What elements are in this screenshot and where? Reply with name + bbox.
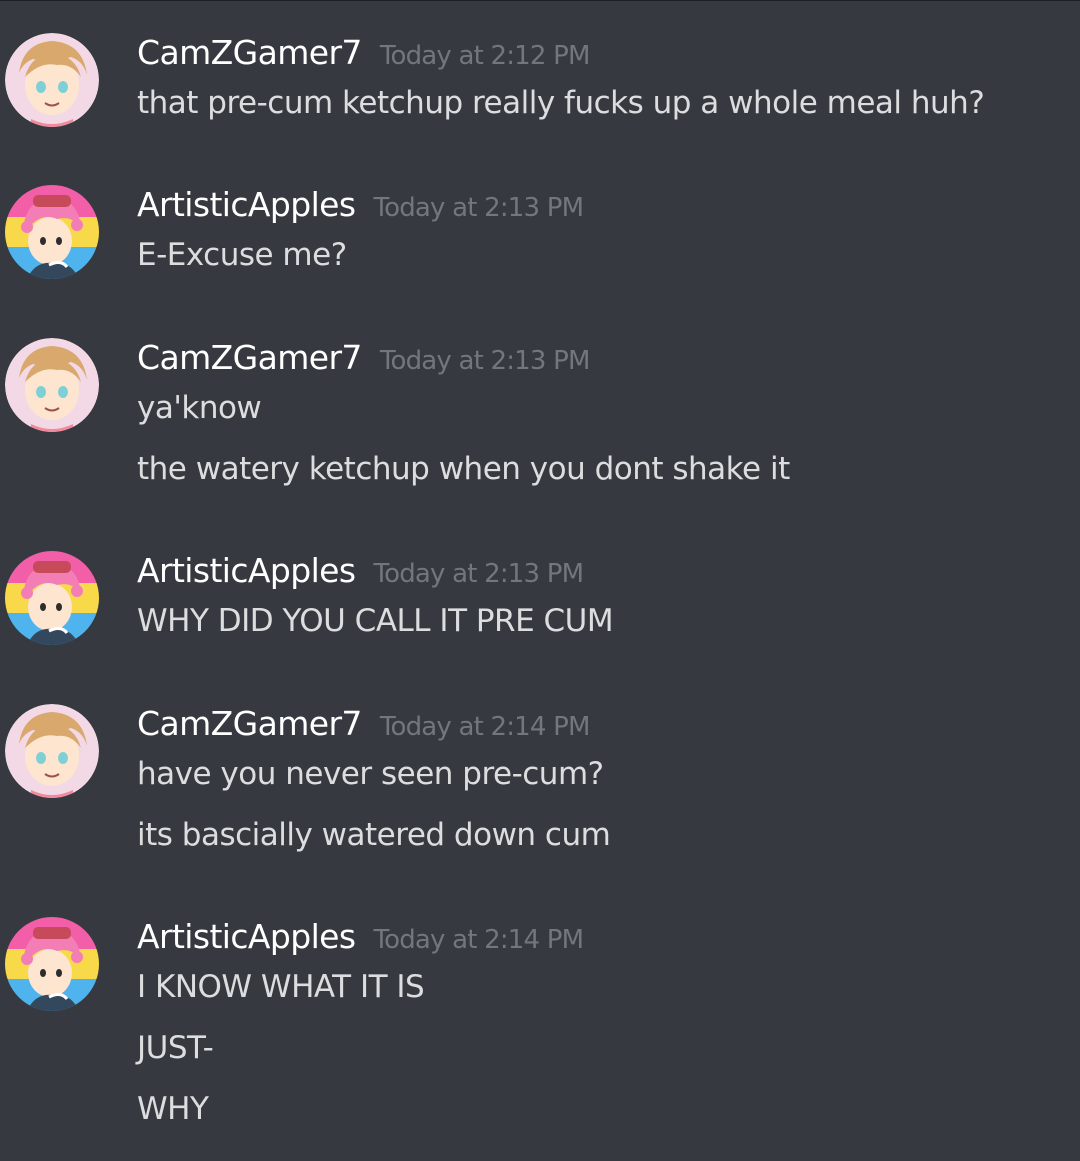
message-header: CamZGamer7 Today at 2:14 PM	[137, 704, 590, 748]
message-header: ArtisticApples Today at 2:13 PM	[137, 185, 584, 229]
message-text: that pre-cum ketchup really fucks up a w…	[137, 85, 985, 121]
message-header: ArtisticApples Today at 2:13 PM	[137, 551, 584, 595]
message-header: CamZGamer7 Today at 2:13 PM	[137, 338, 590, 382]
username[interactable]: ArtisticApples	[137, 917, 356, 956]
username[interactable]: CamZGamer7	[137, 338, 362, 377]
message-text: WHY	[137, 1091, 209, 1127]
camz-avatar-icon[interactable]	[5, 704, 99, 798]
timestamp[interactable]: Today at 2:13 PM	[380, 346, 591, 376]
timestamp[interactable]: Today at 2:14 PM	[373, 925, 584, 955]
timestamp[interactable]: Today at 2:13 PM	[373, 559, 584, 589]
chat-message-list: CamZGamer7 Today at 2:12 PM that pre-cum …	[0, 0, 1080, 1161]
message-text: JUST-	[137, 1030, 214, 1066]
message-text: E-Excuse me?	[137, 237, 347, 273]
message-header: ArtisticApples Today at 2:14 PM	[137, 917, 584, 961]
timestamp[interactable]: Today at 2:12 PM	[380, 41, 591, 71]
username[interactable]: ArtisticApples	[137, 551, 356, 590]
message-header: CamZGamer7 Today at 2:12 PM	[137, 33, 590, 77]
artistic-avatar-icon[interactable]	[5, 917, 99, 1011]
artistic-avatar-icon[interactable]	[5, 551, 99, 645]
username[interactable]: CamZGamer7	[137, 33, 362, 72]
message-text: the watery ketchup when you dont shake i…	[137, 451, 790, 487]
timestamp[interactable]: Today at 2:14 PM	[380, 712, 591, 742]
message-text: WHY DID YOU CALL IT PRE CUM	[137, 603, 614, 639]
timestamp[interactable]: Today at 2:13 PM	[373, 193, 584, 223]
message-text: ya'know	[137, 390, 262, 426]
camz-avatar-icon[interactable]	[5, 338, 99, 432]
artistic-avatar-icon[interactable]	[5, 185, 99, 279]
username[interactable]: ArtisticApples	[137, 185, 356, 224]
message-text: its bascially watered down cum	[137, 817, 611, 853]
username[interactable]: CamZGamer7	[137, 704, 362, 743]
message-text: have you never seen pre-cum?	[137, 756, 604, 792]
camz-avatar-icon[interactable]	[5, 33, 99, 127]
message-text: I KNOW WHAT IT IS	[137, 969, 425, 1005]
